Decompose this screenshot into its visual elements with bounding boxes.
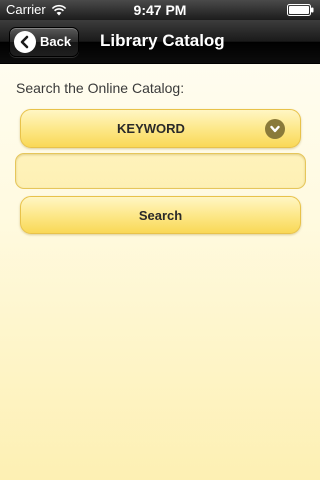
search-type-select[interactable]: KEYWORD <box>20 109 301 148</box>
back-button[interactable]: Back <box>9 27 79 57</box>
status-time: 9:47 PM <box>133 2 187 18</box>
back-arrow-icon <box>14 31 36 53</box>
search-input[interactable] <box>15 153 306 189</box>
chevron-down-icon <box>265 119 285 139</box>
search-heading: Search the Online Catalog: <box>16 80 185 96</box>
status-bar: Carrier 9:47 PM <box>0 0 320 20</box>
back-label: Back <box>40 34 72 49</box>
search-button[interactable]: Search <box>20 196 301 234</box>
nav-bar: Back Library Catalog <box>0 20 320 64</box>
search-type-value: KEYWORD <box>117 121 185 136</box>
battery-icon <box>287 4 314 16</box>
page-title: Library Catalog <box>100 31 225 50</box>
